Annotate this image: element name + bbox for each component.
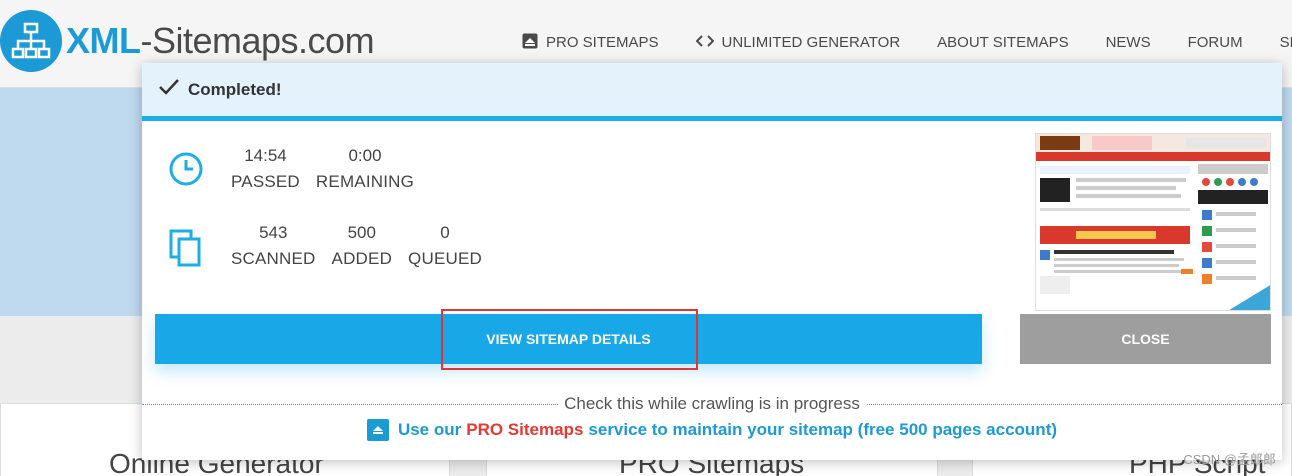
- stat-label: REMAINING: [315, 172, 415, 191]
- copy-pages-icon: [168, 228, 208, 268]
- nav-news[interactable]: NEWS: [1106, 33, 1151, 52]
- nav-label: PRO SITEMAPS: [546, 34, 659, 51]
- stat-passed: 14:54 PASSED: [231, 143, 300, 195]
- annotation-highlight-box: [441, 309, 698, 370]
- watermark: CSDN @孟郎郎: [1183, 452, 1276, 467]
- sitemap-logo-icon: [0, 10, 62, 72]
- upload-box-icon: [522, 33, 538, 52]
- logo-text-domain: -Sitemaps.com: [140, 20, 375, 61]
- nav-label: ABOUT SITEMAPS: [937, 34, 1069, 51]
- stat-remaining: 0:00 REMAINING: [316, 143, 414, 195]
- nav-about-sitemaps[interactable]: ABOUT SITEMAPS: [937, 33, 1068, 52]
- page-stats: 543 SCANNED 500 ADDED 0 QUEUED: [168, 220, 498, 272]
- logo-text-xml: XML: [66, 20, 141, 61]
- logo-text: XML-Sitemaps.com: [66, 20, 375, 62]
- nav-pro-sitemaps[interactable]: PRO SITEMAPS: [522, 33, 659, 52]
- stat-value: 543: [259, 223, 288, 242]
- crawl-result-modal: Completed! 14:54 PASSED 0:00 REMAINING 5…: [142, 63, 1282, 460]
- progress-note-text: Check this while crawling is in progress: [558, 394, 866, 414]
- promo-suffix: service to maintain your sitemap (free 5…: [588, 420, 1058, 439]
- modal-header: Completed!: [142, 63, 1282, 121]
- stat-value: 500: [347, 223, 376, 242]
- promo-highlight: PRO Sitemaps: [466, 420, 584, 439]
- stat-value: 0: [440, 223, 450, 242]
- nav-label: SEO T: [1279, 34, 1292, 51]
- nav-unlimited-generator[interactable]: UNLIMITED GENERATOR: [695, 33, 901, 52]
- progress-note: Check this while crawling is in progress: [142, 393, 1282, 415]
- close-button[interactable]: CLOSE: [1020, 314, 1271, 364]
- nav-forum[interactable]: FORUM: [1188, 33, 1243, 52]
- stat-label: QUEUED: [408, 249, 482, 268]
- nav-seo-tools[interactable]: SEO T: [1280, 33, 1292, 52]
- site-preview-thumbnail: [1035, 133, 1271, 311]
- stat-value: 14:54: [244, 146, 287, 165]
- clock-icon: [168, 151, 208, 191]
- pro-promo-link[interactable]: Use our PRO Sitemaps service to maintain…: [142, 419, 1282, 441]
- stat-scanned: 543 SCANNED: [231, 220, 316, 272]
- time-stats: 14:54 PASSED 0:00 REMAINING: [168, 143, 430, 195]
- stat-added: 500 ADDED: [332, 220, 393, 272]
- stat-label: SCANNED: [231, 249, 316, 268]
- stat-queued: 0 QUEUED: [408, 220, 482, 272]
- stat-value: 0:00: [348, 146, 382, 165]
- nav-label: FORUM: [1187, 34, 1243, 51]
- nav-label: NEWS: [1105, 34, 1151, 51]
- stat-label: ADDED: [331, 249, 393, 268]
- status-text: Completed!: [188, 79, 282, 99]
- checkmark-icon: [158, 78, 188, 101]
- code-icon: [695, 34, 714, 51]
- nav-label: UNLIMITED GENERATOR: [721, 34, 901, 51]
- stat-label: PASSED: [231, 172, 300, 191]
- upload-box-icon: [366, 419, 389, 441]
- top-nav: PRO SITEMAPS UNLIMITED GENERATOR ABOUT S…: [522, 33, 1292, 52]
- promo-prefix: Use our: [397, 420, 462, 439]
